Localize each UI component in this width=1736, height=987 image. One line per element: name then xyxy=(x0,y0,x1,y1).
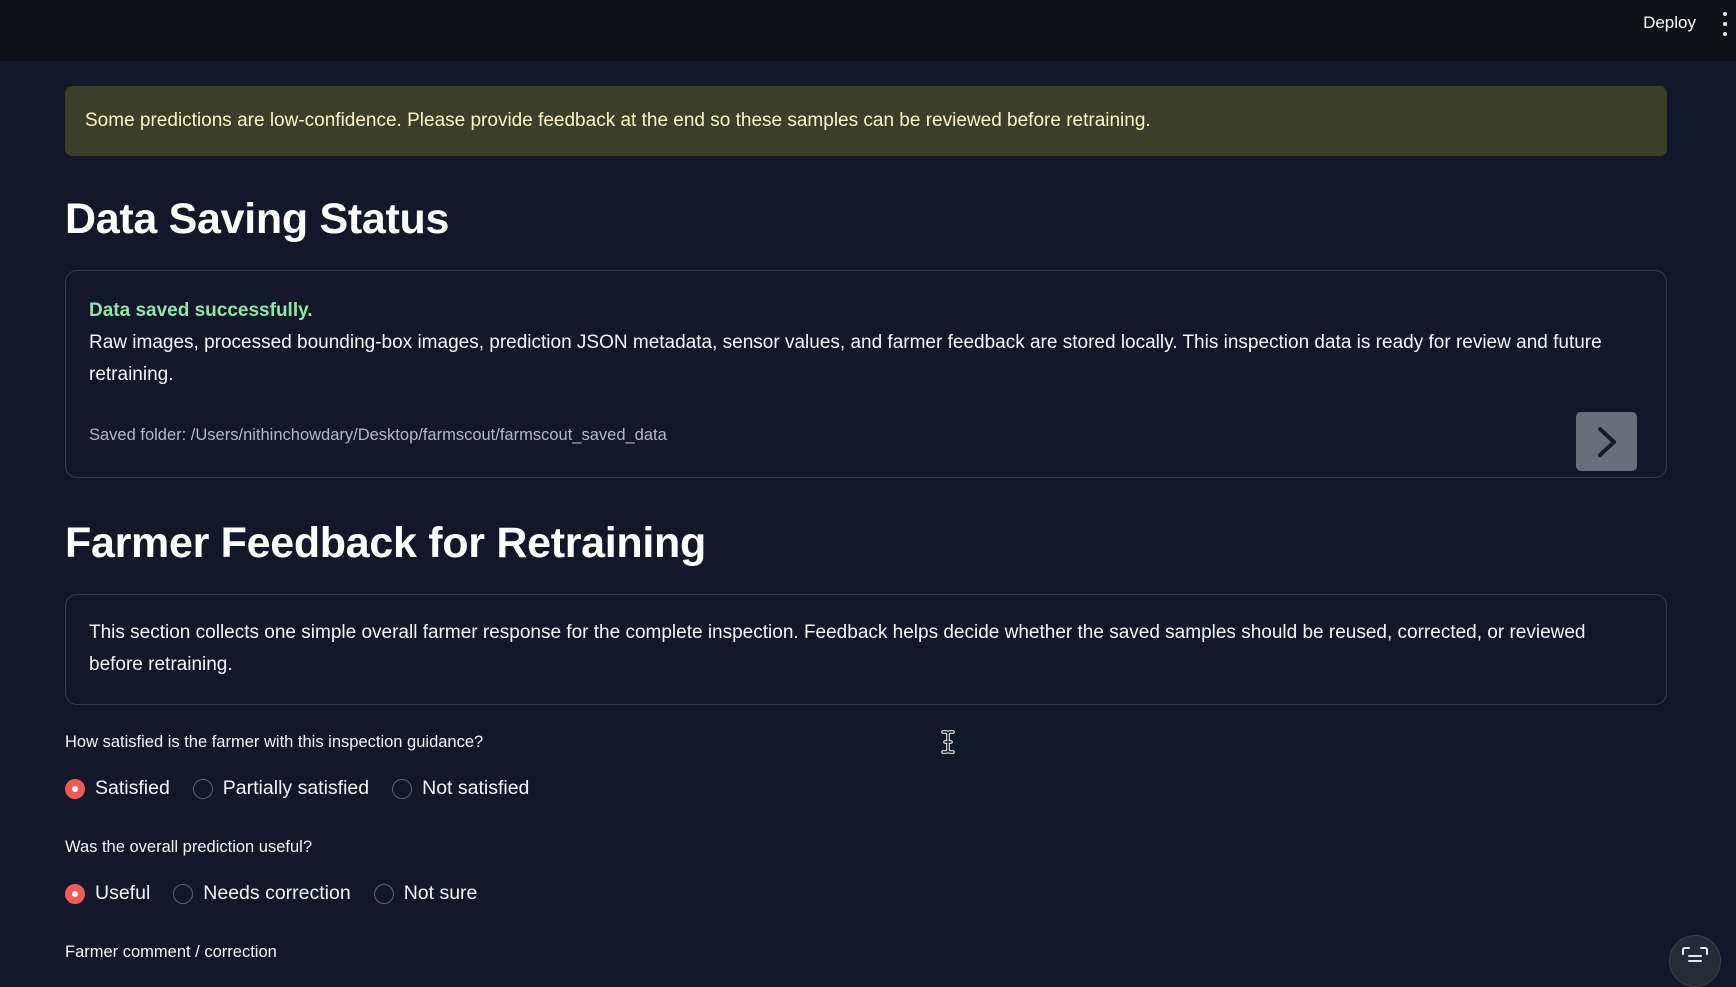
radio-label: Partially satisfied xyxy=(222,777,370,799)
radio-partially-satisfied[interactable]: Partially satisfied xyxy=(192,777,370,800)
radio-label: Not satisfied xyxy=(422,777,530,799)
top-bar: Deploy xyxy=(0,0,1736,61)
data-saved-card: Data saved successfully. Raw images, pro… xyxy=(65,270,1667,478)
data-saving-title: Data Saving Status xyxy=(65,195,450,243)
saved-folder-path: Saved folder: /Users/nithinchowdary/Desk… xyxy=(89,426,667,444)
radio-not-satisfied[interactable]: Not satisfied xyxy=(392,777,529,800)
satisfaction-question: How satisfied is the farmer with this in… xyxy=(65,733,484,751)
feedback-title: Farmer Feedback for Retraining xyxy=(65,519,706,567)
radio-not-sure[interactable]: Not sure xyxy=(373,882,478,905)
radio-indicator[interactable] xyxy=(373,883,394,904)
kebab-menu-icon[interactable] xyxy=(1720,12,1730,36)
warning-banner: Some predictions are low-confidence. Ple… xyxy=(65,86,1667,156)
feedback-info-card: This section collects one simple overall… xyxy=(65,594,1667,705)
next-arrow-button[interactable] xyxy=(1576,412,1637,471)
radio-label: Satisfied xyxy=(95,777,170,799)
text-cursor-icon xyxy=(941,730,955,754)
radio-indicator[interactable] xyxy=(173,883,194,904)
data-saved-description: Raw images, processed bounding-box image… xyxy=(89,332,1602,385)
comment-label: Farmer comment / correction xyxy=(65,943,277,961)
radio-needs-correction[interactable]: Needs correction xyxy=(173,882,351,905)
feedback-info-text: This section collects one simple overall… xyxy=(89,622,1586,675)
satisfaction-radio-group: Satisfied Partially satisfied Not satisf… xyxy=(65,777,552,800)
radio-indicator[interactable] xyxy=(392,778,413,799)
success-message: Data saved successfully. xyxy=(89,300,313,321)
radio-satisfied[interactable]: Satisfied xyxy=(65,777,170,800)
radio-indicator[interactable] xyxy=(192,778,213,799)
deploy-button[interactable]: Deploy xyxy=(1643,13,1696,33)
radio-label: Useful xyxy=(95,882,151,904)
warning-text: Some predictions are low-confidence. Ple… xyxy=(85,110,1151,131)
radio-useful[interactable]: Useful xyxy=(65,882,150,905)
chat-widget-button[interactable] xyxy=(1669,935,1721,987)
scan-text-icon xyxy=(1682,947,1708,962)
radio-label: Needs correction xyxy=(203,882,351,904)
usefulness-question: Was the overall prediction useful? xyxy=(65,838,313,856)
radio-label: Not sure xyxy=(403,882,478,904)
radio-selected-indicator[interactable] xyxy=(65,883,85,904)
radio-selected-indicator[interactable] xyxy=(65,778,85,799)
chevron-right-icon xyxy=(1597,426,1616,457)
usefulness-radio-group: Useful Needs correction Not sure xyxy=(65,882,500,905)
